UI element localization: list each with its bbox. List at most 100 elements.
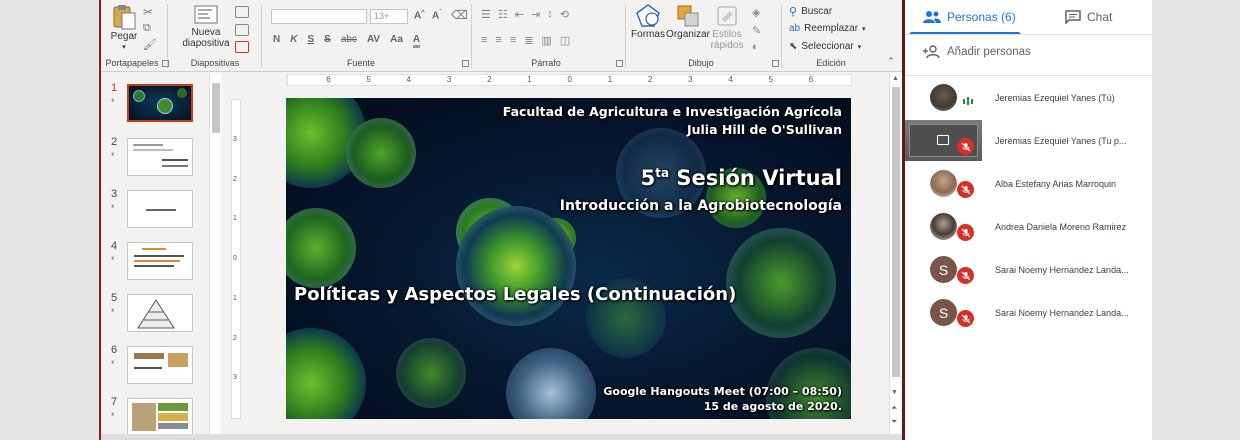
copy-button[interactable]: ⧉ (143, 22, 151, 35)
cut-button[interactable]: ✂ (143, 5, 153, 19)
cell-graphic (726, 228, 836, 338)
underline-button[interactable]: S (307, 34, 314, 48)
scrollbar-thumb[interactable] (212, 83, 220, 133)
participant-row[interactable]: S Sarai Noemy Hernandez Landa... (905, 248, 1152, 291)
separator (625, 4, 626, 68)
paragraph-launcher[interactable] (616, 60, 623, 67)
thumb-transition-marker: * (111, 307, 115, 317)
format-painter-button[interactable]: 🖌 (143, 38, 157, 51)
scissors-icon: ✂ (143, 5, 154, 19)
mic-off-icon (957, 224, 974, 241)
select-button[interactable]: ⬉ Seleccionar ▾ (789, 41, 861, 52)
shadow-button[interactable]: S (324, 34, 331, 48)
section-button[interactable] (235, 41, 249, 53)
drawing-launcher[interactable] (772, 60, 779, 67)
smartart-icon[interactable]: ◫ (560, 34, 570, 47)
participant-row[interactable]: Andrea Daniela Moreno Ramirez (905, 205, 1152, 248)
shapes-button[interactable]: Formas (631, 3, 665, 40)
grow-font-button[interactable]: A^ (414, 10, 425, 21)
slide-thumbnail-3[interactable] (127, 190, 193, 228)
align-center-icon[interactable]: ≡ (495, 34, 501, 47)
arrange-button[interactable]: Organizar (666, 3, 710, 40)
avatar-initial: S (938, 261, 949, 278)
avatar (930, 84, 957, 111)
strikethrough-button[interactable]: abc (341, 34, 357, 48)
thumbnails-scrollbar[interactable] (209, 73, 221, 440)
align-right-icon[interactable]: ≡ (510, 34, 516, 47)
cell-graphic (396, 338, 466, 408)
replace-button[interactable]: ab Reemplazar ▾ (789, 23, 866, 34)
ruler-label: 2 (233, 175, 237, 183)
tab-chat[interactable]: Chat (1065, 0, 1112, 34)
participant-name: Alba Estefany Arias Marroquin (995, 179, 1117, 189)
shrink-font-button[interactable]: Aˇ (432, 10, 441, 21)
justify-icon[interactable]: ≣ (524, 34, 533, 47)
scroll-down-icon[interactable]: ▼ (891, 389, 898, 396)
new-slide-icon (194, 5, 218, 24)
tab-people[interactable]: Personas (6) (923, 0, 1016, 34)
numbering-icon[interactable]: ☷ (498, 8, 508, 21)
group-label-clipboard: Portapapeles (105, 58, 159, 68)
slide-thumbnail-6[interactable] (127, 346, 193, 384)
paste-button[interactable]: Pegar ▾ (109, 3, 139, 53)
quick-styles-button[interactable]: Estilos rápidos (707, 3, 747, 51)
columns-icon[interactable]: ▥ (541, 34, 551, 47)
font-color-button[interactable]: A (412, 34, 421, 48)
decrease-indent-icon[interactable]: ⇤ (515, 8, 524, 21)
font-name-combobox[interactable] (271, 9, 367, 24)
participant-name: Sarai Noemy Hernandez Landa... (995, 265, 1129, 275)
prev-slide-icon[interactable]: ⏶ (891, 403, 897, 413)
copy-icon: ⧉ (143, 22, 151, 34)
shape-outline-button[interactable]: ✎ (752, 24, 761, 37)
reset-button[interactable] (235, 24, 249, 36)
participant-row[interactable]: Jeremias Ezequiel Yanes (Tú) (905, 76, 1152, 119)
slide-thumbnail-7[interactable] (127, 398, 193, 436)
next-slide-icon[interactable]: ⏷ (891, 417, 897, 427)
spacing-button[interactable]: AV (367, 34, 380, 48)
participant-row[interactable]: Alba Estefany Arias Marroquin (905, 162, 1152, 205)
participant-name: Jeremias Ezequiel Yanes (Tu p... (995, 136, 1127, 146)
avatar: S (930, 256, 957, 283)
search-icon: ⚲ (789, 6, 798, 18)
font-launcher[interactable] (462, 60, 469, 67)
case-button[interactable]: Aa (390, 34, 403, 48)
layout-button[interactable] (235, 6, 249, 18)
clipboard-launcher[interactable] (162, 60, 169, 67)
italic-button[interactable]: K (290, 34, 297, 48)
align-left-icon[interactable]: ≡ (481, 34, 487, 47)
bullets-icon[interactable]: ☰ (481, 8, 491, 21)
new-slide-button[interactable]: Nueva diapositiva (181, 3, 231, 49)
mic-off-icon (957, 267, 974, 284)
slide-thumbnail-5[interactable] (127, 294, 193, 332)
text-direction-icon[interactable]: ⟲ (560, 8, 569, 21)
participant-row[interactable]: S Sarai Noemy Hernandez Landa... (905, 291, 1152, 334)
ruler-label: 4 (406, 75, 412, 84)
scrollbar-thumb[interactable] (892, 87, 900, 377)
ruler-label: 3 (233, 135, 237, 143)
editor-scrollbar[interactable]: ▲ ▼ ⏶ ⏷ (889, 73, 901, 440)
group-label-font: Fuente (346, 58, 376, 68)
line-spacing-icon[interactable]: ↕ (547, 8, 553, 21)
slide-canvas[interactable]: Facultad de Agricultura e Investigación … (286, 98, 851, 419)
ruler-label: 6 (326, 75, 331, 84)
shape-effects-button[interactable]: ◐ (752, 41, 759, 53)
participant-row[interactable]: Jeremias Ezequiel Yanes (Tu p... (905, 119, 1152, 162)
thumb-number: 6 (111, 344, 118, 356)
scroll-up-icon[interactable]: ▲ (892, 75, 899, 82)
shape-fill-button[interactable]: ◈ (752, 6, 760, 19)
font-size-combobox[interactable]: 13+ (370, 9, 408, 24)
find-button[interactable]: ⚲ Buscar (789, 5, 832, 18)
bold-button[interactable]: N (273, 34, 280, 48)
replace-label: Reemplazar (804, 23, 859, 34)
avatar: S (930, 299, 957, 326)
slide-thumbnail-2[interactable] (127, 138, 193, 176)
powerpoint-window: Pegar ▾ ✂ ⧉ 🖌 Nueva diapositiva 13+ A^ A… (101, 0, 902, 440)
add-people-button[interactable]: Añadir personas (923, 45, 1031, 59)
group-label-drawing: Dibujo (688, 58, 714, 68)
increase-indent-icon[interactable]: ⇥ (531, 8, 540, 21)
slide-thumbnail-4[interactable] (127, 242, 193, 280)
arrange-label: Organizar (666, 29, 710, 40)
clear-format-button[interactable]: ⌫ (451, 8, 468, 22)
collapse-ribbon-button[interactable]: ⌃ (887, 56, 895, 67)
slide-thumbnail-1[interactable] (127, 84, 193, 122)
